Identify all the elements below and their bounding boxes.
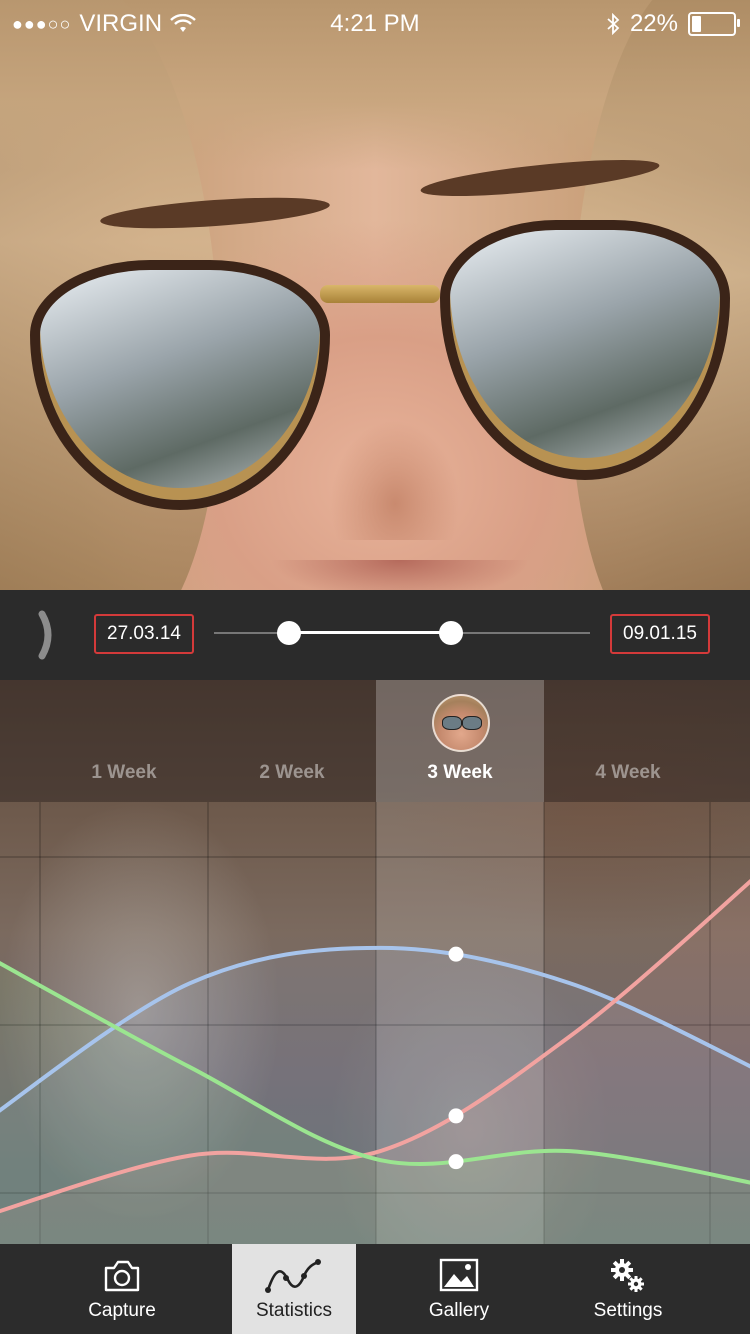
camera-icon (104, 1260, 140, 1292)
chevron-right-icon[interactable] (34, 608, 62, 662)
range-end-handle[interactable] (438, 621, 463, 645)
data-point-2[interactable] (448, 1108, 464, 1124)
selfie-photo (0, 0, 750, 590)
range-start-handle[interactable] (277, 621, 302, 645)
bluetooth-icon (607, 13, 620, 35)
data-point-1[interactable] (448, 946, 464, 962)
battery-percent: 22% (629, 10, 678, 37)
tab-statistics[interactable]: Statistics (232, 1244, 356, 1334)
tab-label: Capture (88, 1300, 156, 1321)
tab-label: Statistics (255, 1300, 333, 1321)
image-icon (439, 1258, 479, 1292)
range-track-selected (289, 631, 451, 634)
tab-gallery[interactable]: Gallery (397, 1244, 521, 1334)
date-range-bar: 27.03.14 09.01.15 (0, 590, 750, 680)
battery-icon (688, 12, 740, 36)
end-date-field[interactable]: 09.01.15 (610, 614, 710, 654)
line-chart-icon (265, 1259, 321, 1293)
tab-bar: Capture Statistics Gallery Settings (0, 1244, 750, 1334)
sunglasses (0, 200, 750, 530)
tab-capture[interactable]: Capture (60, 1244, 184, 1334)
status-bar: ●●●○○ VIRGIN 4:21 PM 22% (0, 0, 750, 46)
tab-label: Settings (593, 1300, 663, 1321)
start-date-field[interactable]: 27.03.14 (94, 614, 194, 654)
tab-label: Gallery (428, 1300, 490, 1321)
gears-icon (611, 1259, 644, 1292)
data-point-3[interactable] (448, 1154, 464, 1170)
tab-settings[interactable]: Settings (566, 1244, 690, 1334)
line-chart (0, 802, 750, 1244)
statistics-chart: 1 Week 2 Week 3 Week 4 Week (0, 680, 750, 1244)
